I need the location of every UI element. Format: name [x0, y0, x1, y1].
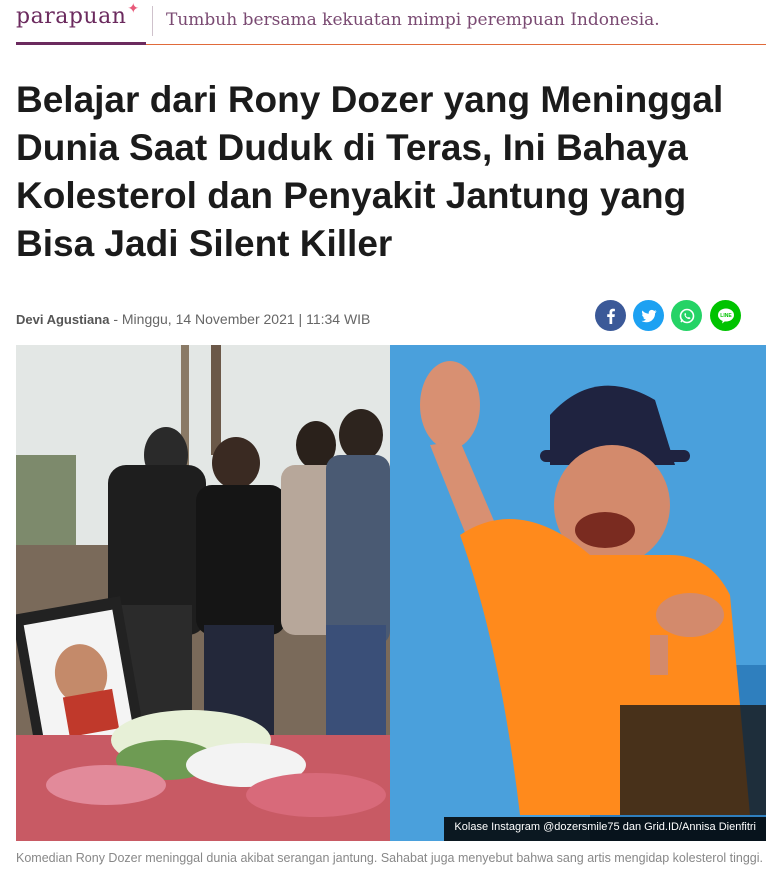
portrait-illustration [390, 345, 766, 841]
header-rule [146, 44, 766, 45]
logo-star-icon: ✦ [127, 1, 140, 17]
publish-date: - Minggu, 14 November 2021 | 11:34 WIB [113, 311, 371, 327]
site-logo[interactable]: parapuan✦ [16, 1, 140, 29]
site-tagline: Tumbuh bersama kekuatan mimpi perempuan … [166, 10, 660, 30]
article-byline: Devi Agustiana - Minggu, 14 November 202… [16, 311, 370, 327]
share-whatsapp-button[interactable] [671, 300, 702, 331]
share-line-button[interactable]: LINE [710, 300, 741, 331]
article-hero-image[interactable]: Kolase Instagram @dozersmile75 dan Grid.… [16, 345, 766, 841]
line-icon: LINE [717, 308, 734, 323]
twitter-icon [641, 309, 656, 322]
funeral-photo [16, 345, 390, 841]
share-twitter-button[interactable] [633, 300, 664, 331]
photo-credit: Kolase Instagram @dozersmile75 dan Grid.… [444, 817, 766, 841]
rony-dozer-photo [390, 345, 766, 841]
whatsapp-icon [679, 308, 694, 323]
logo-text: parapuan [16, 4, 127, 29]
funeral-scene-illustration [16, 345, 390, 841]
share-facebook-button[interactable] [595, 300, 626, 331]
facebook-icon [606, 308, 615, 324]
line-icon-text: LINE [720, 313, 732, 319]
image-caption: Komedian Rony Dozer meninggal dunia akib… [16, 851, 764, 865]
site-header: parapuan✦ Tumbuh bersama kekuatan mimpi … [0, 0, 779, 48]
header-divider [152, 6, 153, 36]
author-link[interactable]: Devi Agustiana [16, 312, 109, 327]
article-title: Belajar dari Rony Dozer yang Meninggal D… [16, 79, 724, 264]
logo-underline [16, 42, 146, 45]
